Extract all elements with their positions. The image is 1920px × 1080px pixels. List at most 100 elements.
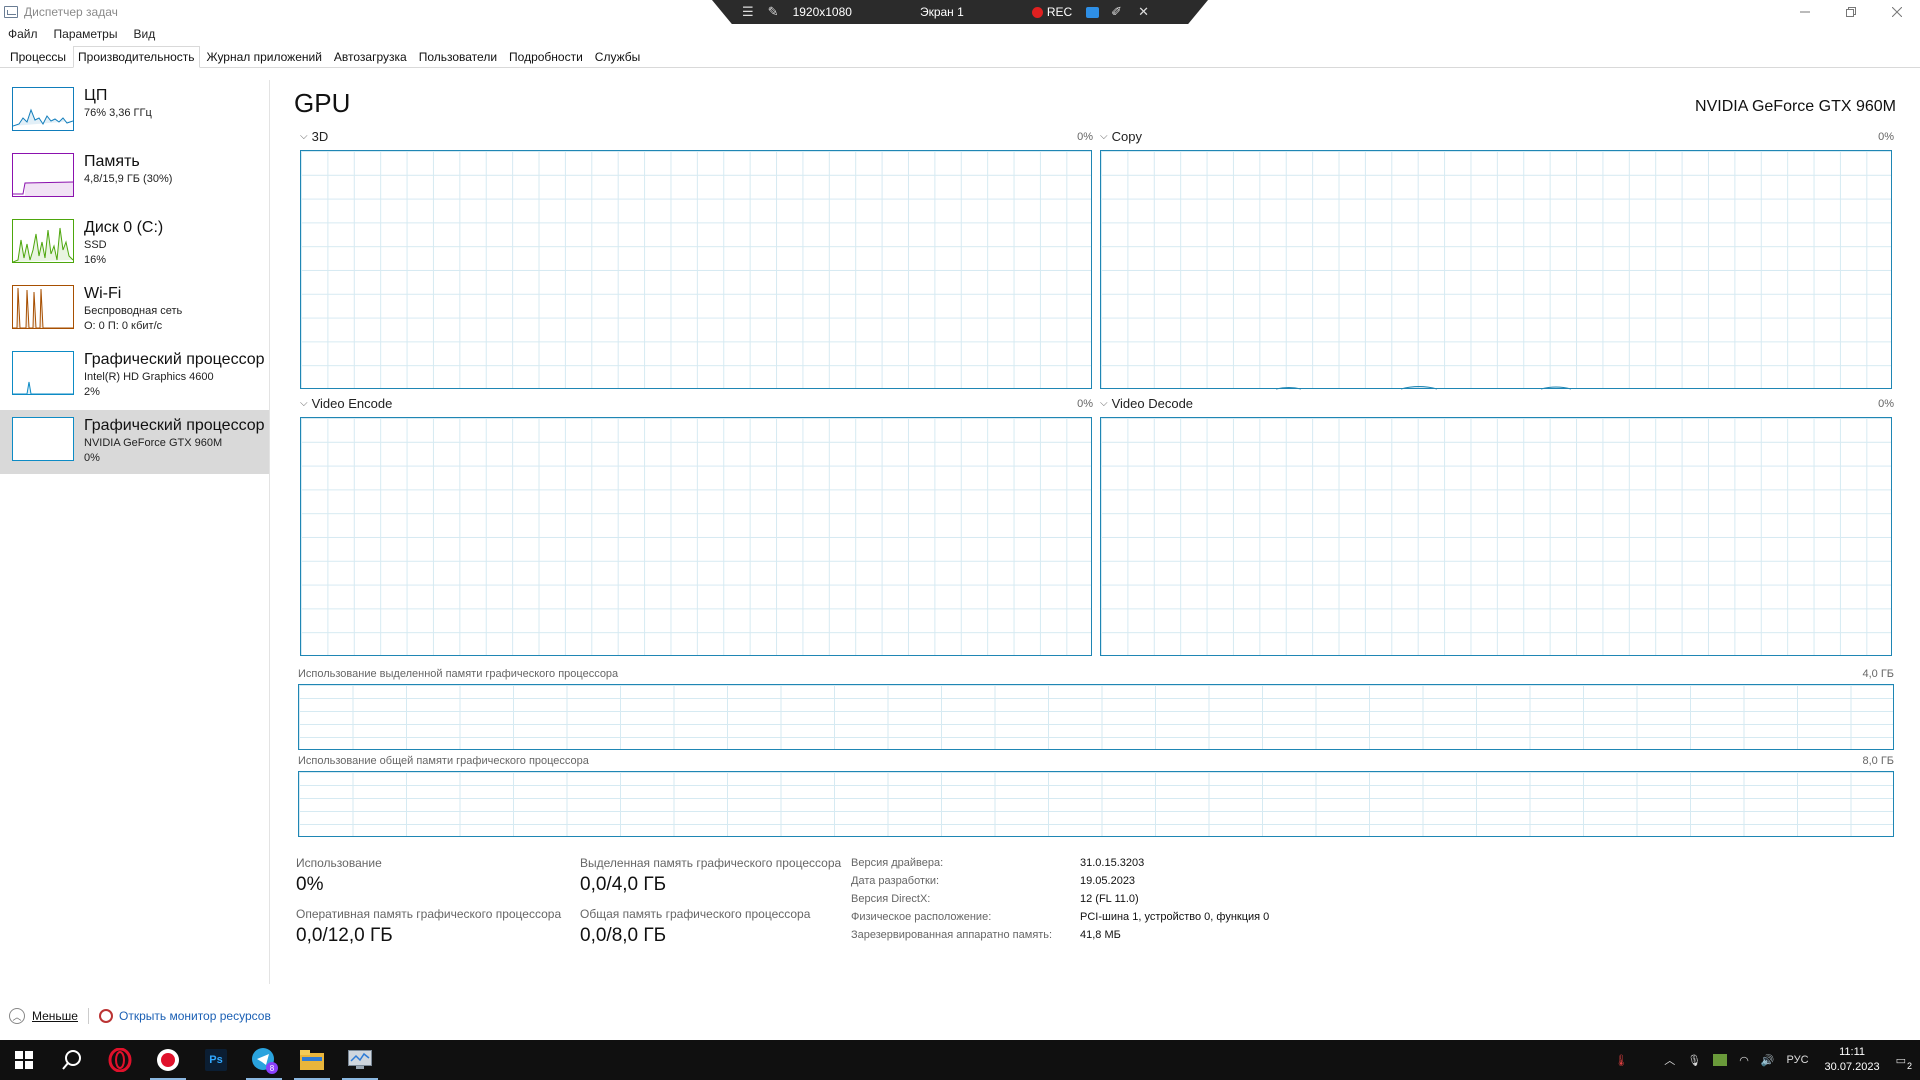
resource-monitor-icon[interactable]	[98, 1009, 113, 1023]
engine-percent: 0%	[1878, 131, 1894, 143]
engine-selector-video-encode[interactable]: ⌵ Video Encode	[300, 396, 392, 411]
close-button[interactable]	[1874, 0, 1920, 24]
shared-memory-graph	[298, 771, 1894, 837]
menu-file[interactable]: Файл	[0, 27, 46, 41]
physical-location-value: PCI-шина 1, устройство 0, функция 0	[1080, 911, 1270, 923]
temperature-icon[interactable]: 🌡	[1614, 1054, 1628, 1067]
page-title: GPU	[294, 88, 351, 118]
sidebar-item-wifi-text: Wi-Fi Беспроводная сеть О: 0 П: 0 кбит/с	[84, 284, 264, 342]
engine-selector-3d[interactable]: ⌵ 3D	[300, 129, 328, 144]
pin-icon[interactable]: ✎	[768, 4, 779, 20]
chevron-down-icon: ⌵	[300, 131, 308, 142]
task-manager-app-icon	[4, 6, 18, 18]
start-button[interactable]	[0, 1040, 48, 1080]
tab-processes[interactable]: Процессы	[5, 46, 71, 67]
clock-date: 30.07.2023	[1824, 1061, 1880, 1073]
maximize-button[interactable]	[1828, 0, 1874, 24]
search-icon	[62, 1050, 81, 1070]
tab-details[interactable]: Подробности	[504, 46, 588, 67]
pen-icon[interactable]: ✐	[1111, 4, 1122, 20]
explorer-taskbar-button[interactable]	[288, 1040, 336, 1080]
photoshop-icon: Ps	[205, 1049, 227, 1071]
tab-services[interactable]: Службы	[590, 46, 645, 67]
recorder-screen[interactable]: Экран 1	[920, 5, 964, 19]
engine-percent: 0%	[1077, 398, 1093, 410]
driver-version-label: Версия драйвера:	[851, 857, 944, 869]
windows-start-icon	[15, 1051, 33, 1069]
chevron-up-icon[interactable]: ︿	[1664, 1052, 1675, 1068]
sidebar-item-title: Диск 0 (C:)	[84, 219, 164, 236]
gpu0-thumbnail-graph	[12, 351, 74, 395]
sidebar-item-gpu0[interactable]: Графический процессор 0 Intel(R) HD Grap…	[0, 344, 269, 408]
open-resource-monitor-link[interactable]: Открыть монитор ресурсов	[119, 1009, 271, 1023]
opera-icon	[108, 1048, 132, 1072]
screen-recorder-toolbar: ☰ ✎ 1920x1080 Экран 1 REC ✐ ✕	[712, 0, 1208, 24]
telegram-taskbar-button[interactable]: 8	[240, 1040, 288, 1080]
tab-users[interactable]: Пользователи	[414, 46, 502, 67]
gpu-tray-icon[interactable]	[1713, 1054, 1728, 1066]
tab-startup[interactable]: Автозагрузка	[329, 46, 412, 67]
engine-graph-video-decode	[1100, 417, 1892, 656]
notification-center-icon[interactable]: ▭ 2	[1896, 1054, 1912, 1071]
driver-date-label: Дата разработки:	[851, 875, 940, 887]
recorder-resolution: 1920x1080	[792, 5, 852, 19]
sidebar-item-detail: О: 0 П: 0 кбит/с	[84, 320, 163, 332]
sidebar-item-title: Wi-Fi	[84, 285, 122, 302]
clock-time: 11:11	[1839, 1046, 1866, 1058]
rec-button[interactable]: REC	[1047, 5, 1072, 19]
chevron-down-icon: ⌵	[1100, 398, 1108, 409]
volume-icon[interactable]: 🔊	[1761, 1054, 1775, 1067]
minimize-icon	[1800, 11, 1810, 13]
footer-divider	[87, 1008, 89, 1024]
sidebar-item-detail: Беспроводная сеть	[84, 305, 183, 317]
performance-sidebar: ЦП 76% 3,36 ГГц Память 4,8/15,9 ГБ (30%)…	[0, 80, 270, 984]
sidebar-item-detail: 4,8/15,9 ГБ (30%)	[84, 173, 173, 185]
sidebar-item-cpu[interactable]: ЦП 76% 3,36 ГГц	[0, 80, 269, 144]
tab-app-history[interactable]: Журнал приложений	[202, 46, 327, 67]
engine-label: 3D	[311, 129, 329, 144]
task-manager-taskbar-button[interactable]	[336, 1040, 384, 1080]
wifi-icon[interactable]: ◠	[1739, 1054, 1749, 1067]
sidebar-item-memory-text: Память 4,8/15,9 ГБ (30%)	[84, 152, 264, 210]
windows-taskbar: Ps 8 🌡 ︿ 🎙 ◠ 🔊 РУС 11:11 30.07.2023 ▭ 2	[0, 1040, 1920, 1080]
recorder-taskbar-button[interactable]	[144, 1040, 192, 1080]
recorder-close-icon[interactable]: ✕	[1138, 4, 1149, 20]
language-indicator[interactable]: РУС	[1787, 1054, 1809, 1066]
opera-taskbar-button[interactable]	[96, 1040, 144, 1080]
task-manager-icon	[348, 1050, 372, 1069]
driver-version-value: 31.0.15.3203	[1080, 857, 1145, 869]
sidebar-item-wifi[interactable]: Wi-Fi Беспроводная сеть О: 0 П: 0 кбит/с	[0, 278, 269, 342]
driver-date-value: 19.05.2023	[1080, 875, 1136, 887]
physical-location-label: Физическое расположение:	[851, 911, 992, 923]
engine-percent: 0%	[1077, 131, 1093, 143]
engine-percent: 0%	[1878, 398, 1894, 410]
usage-value: 0%	[296, 874, 324, 895]
shared-memory-label: Использование общей памяти графического …	[298, 755, 589, 767]
camera-icon[interactable]	[1086, 6, 1100, 18]
photoshop-taskbar-button[interactable]: Ps	[192, 1040, 240, 1080]
chevron-up-icon[interactable]: ︿	[9, 1008, 25, 1024]
engine-selector-copy[interactable]: ⌵ Copy	[1100, 129, 1142, 144]
recorder-icon	[157, 1049, 179, 1071]
sidebar-item-detail: NVIDIA GeForce GTX 960M	[84, 437, 223, 449]
fewer-details-link[interactable]: Меньше	[32, 1009, 78, 1023]
system-tray: 🌡 ︿ 🎙 ◠ 🔊 РУС 11:11 30.07.2023 ▭ 2	[1608, 1040, 1920, 1080]
engine-label: Copy	[1111, 129, 1142, 144]
restore-icon	[1846, 7, 1856, 17]
engine-graph-3d	[300, 150, 1092, 389]
minimize-button[interactable]	[1782, 0, 1828, 24]
search-button[interactable]	[48, 1040, 96, 1080]
microphone-icon[interactable]: 🎙	[1687, 1054, 1701, 1067]
clock[interactable]: 11:11 30.07.2023	[1825, 1045, 1880, 1075]
engine-selector-video-decode[interactable]: ⌵ Video Decode	[1100, 396, 1193, 411]
menu-options[interactable]: Параметры	[46, 27, 126, 41]
sidebar-item-gpu1[interactable]: Графический процессор 1 NVIDIA GeForce G…	[0, 410, 269, 474]
engine-label: Video Encode	[311, 396, 393, 411]
menu-view[interactable]: Вид	[125, 27, 163, 41]
recorder-menu-icon[interactable]: ☰	[742, 4, 754, 20]
tab-performance[interactable]: Производительность	[73, 46, 200, 68]
sidebar-item-disk[interactable]: Диск 0 (C:) SSD 16%	[0, 212, 269, 276]
sidebar-item-gpu0-text: Графический процессор 0 Intel(R) HD Grap…	[84, 350, 264, 408]
sidebar-item-memory[interactable]: Память 4,8/15,9 ГБ (30%)	[0, 146, 269, 210]
engine-graph-video-encode	[300, 417, 1092, 656]
